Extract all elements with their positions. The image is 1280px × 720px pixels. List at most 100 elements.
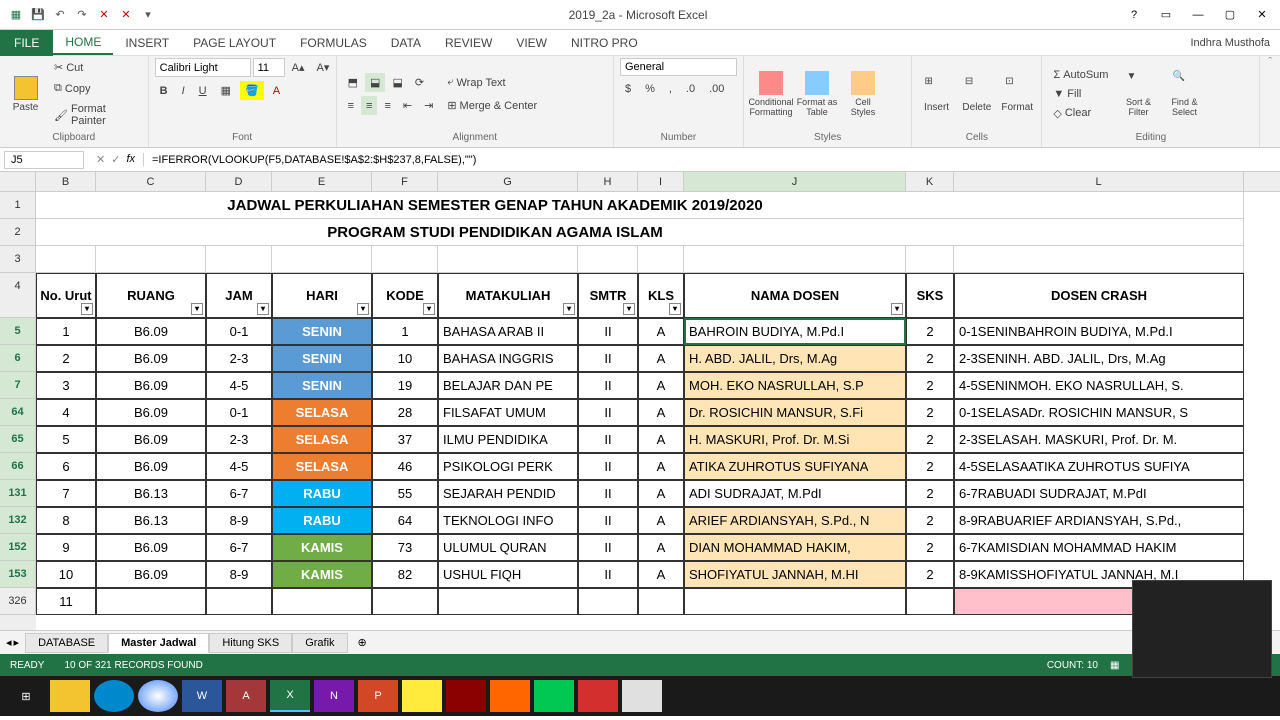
row-header[interactable]: 153 bbox=[0, 561, 36, 588]
align-right-icon[interactable]: ≡ bbox=[379, 96, 395, 115]
align-bottom-icon[interactable]: ⬓ bbox=[387, 73, 407, 92]
cell-hari[interactable] bbox=[272, 588, 372, 615]
cell-mk[interactable]: USHUL FIQH bbox=[438, 561, 578, 588]
th-mk[interactable]: MATAKULIAH▾ bbox=[438, 273, 578, 318]
border-button[interactable]: ▦ bbox=[216, 81, 236, 100]
sheet-tab[interactable]: DATABASE bbox=[25, 633, 108, 653]
cell-crash[interactable]: 6-7RABUADI SUDRAJAT, M.PdI bbox=[954, 480, 1244, 507]
filter-icon[interactable]: ▾ bbox=[191, 303, 203, 315]
decrease-indent-icon[interactable]: ⇤ bbox=[398, 96, 417, 115]
insert-button[interactable]: ⊞Insert bbox=[918, 60, 954, 128]
cell-jam[interactable]: 6-7 bbox=[206, 534, 272, 561]
cell-kls[interactable]: A bbox=[638, 426, 684, 453]
comma-icon[interactable]: , bbox=[664, 80, 677, 98]
filter-icon[interactable]: ▾ bbox=[891, 303, 903, 315]
cell-jam[interactable]: 8-9 bbox=[206, 507, 272, 534]
tab-view[interactable]: VIEW bbox=[504, 32, 559, 54]
conditional-formatting-button[interactable]: Conditional Formatting bbox=[750, 60, 792, 128]
cell-ruang[interactable]: B6.09 bbox=[96, 426, 206, 453]
sheet-tab[interactable]: Hitung SKS bbox=[209, 633, 292, 653]
chrome-icon[interactable] bbox=[138, 680, 178, 712]
row-header[interactable]: 66 bbox=[0, 453, 36, 480]
percent-icon[interactable]: % bbox=[640, 80, 660, 98]
cell-mk[interactable] bbox=[438, 588, 578, 615]
cell-ruang[interactable]: B6.09 bbox=[96, 561, 206, 588]
cell-crash[interactable]: 2-3SELASAH. MASKURI, Prof. Dr. M. bbox=[954, 426, 1244, 453]
undo-icon[interactable]: ↶ bbox=[52, 7, 68, 23]
cell-sks[interactable]: 2 bbox=[906, 399, 954, 426]
cell-smtr[interactable]: II bbox=[578, 426, 638, 453]
cell-ruang[interactable]: B6.09 bbox=[96, 345, 206, 372]
cell-kode[interactable]: 73 bbox=[372, 534, 438, 561]
cell-crash[interactable]: 8-9RABUARIEF ARDIANSYAH, S.Pd., bbox=[954, 507, 1244, 534]
filter-icon[interactable]: ▾ bbox=[357, 303, 369, 315]
cell-hari[interactable]: SELASA bbox=[272, 453, 372, 480]
view-normal-icon[interactable]: ▦ bbox=[1110, 660, 1119, 671]
col-header-l[interactable]: L bbox=[954, 172, 1244, 191]
cell-ruang[interactable]: B6.09 bbox=[96, 453, 206, 480]
cell-smtr[interactable]: II bbox=[578, 399, 638, 426]
qat-more[interactable]: ▾ bbox=[140, 7, 156, 23]
cell-no[interactable]: 9 bbox=[36, 534, 96, 561]
cell-dosen[interactable]: H. MASKURI, Prof. Dr. M.Si bbox=[684, 426, 906, 453]
user-name[interactable]: Indhra Musthofa bbox=[1191, 37, 1280, 49]
decrease-decimal-icon[interactable]: .00 bbox=[704, 80, 729, 98]
select-all-corner[interactable] bbox=[0, 172, 36, 191]
cell-kode[interactable] bbox=[372, 588, 438, 615]
formula-input[interactable] bbox=[144, 152, 1280, 168]
cell-dosen[interactable] bbox=[684, 588, 906, 615]
cell-dosen[interactable]: ADI SUDRAJAT, M.PdI bbox=[684, 480, 906, 507]
cell-kls[interactable]: A bbox=[638, 507, 684, 534]
sheet-nav-first-icon[interactable]: ◂ bbox=[6, 636, 12, 649]
start-button[interactable]: ⊞ bbox=[6, 680, 46, 712]
tab-formulas[interactable]: FORMULAS bbox=[288, 32, 379, 54]
font-color-button[interactable]: A bbox=[268, 81, 285, 100]
file-tab[interactable]: FILE bbox=[0, 30, 53, 56]
cell-mk[interactable]: FILSAFAT UMUM bbox=[438, 399, 578, 426]
ribbon-options-icon[interactable]: ▭ bbox=[1152, 5, 1180, 25]
cell-hari[interactable]: SENIN bbox=[272, 318, 372, 345]
cell-crash[interactable]: 6-7KAMISDIAN MOHAMMAD HAKIM bbox=[954, 534, 1244, 561]
cell-kls[interactable]: A bbox=[638, 318, 684, 345]
col-header-k[interactable]: K bbox=[906, 172, 954, 191]
cell-kls[interactable]: A bbox=[638, 480, 684, 507]
th-smtr[interactable]: SMTR▾ bbox=[578, 273, 638, 318]
cell-kode[interactable]: 37 bbox=[372, 426, 438, 453]
cell-dosen[interactable]: ATIKA ZUHROTUS SUFIYANA bbox=[684, 453, 906, 480]
th-no[interactable]: No. Urut▾ bbox=[36, 273, 96, 318]
filter-icon[interactable]: ▾ bbox=[563, 303, 575, 315]
col-header-j[interactable]: J bbox=[684, 172, 906, 191]
cell-kls[interactable] bbox=[638, 588, 684, 615]
cancel-formula-icon[interactable]: ✕ bbox=[96, 153, 105, 166]
cell-hari[interactable]: SELASA bbox=[272, 426, 372, 453]
cell-ruang[interactable] bbox=[96, 588, 206, 615]
cell-mk[interactable]: PSIKOLOGI PERK bbox=[438, 453, 578, 480]
minimize-icon[interactable]: — bbox=[1184, 5, 1212, 25]
cell-smtr[interactable]: II bbox=[578, 453, 638, 480]
cell-no[interactable]: 8 bbox=[36, 507, 96, 534]
row-header[interactable]: 1 bbox=[0, 192, 36, 219]
explorer-icon[interactable] bbox=[50, 680, 90, 712]
cell-jam[interactable]: 8-9 bbox=[206, 561, 272, 588]
increase-indent-icon[interactable]: ⇥ bbox=[419, 96, 438, 115]
cell-hari[interactable]: RABU bbox=[272, 507, 372, 534]
powerpoint-icon[interactable]: P bbox=[358, 680, 398, 712]
app-icon-4[interactable] bbox=[578, 680, 618, 712]
align-middle-icon[interactable]: ⬓ bbox=[365, 73, 385, 92]
cell-sks[interactable]: 2 bbox=[906, 453, 954, 480]
row-header[interactable]: 152 bbox=[0, 534, 36, 561]
name-box[interactable] bbox=[4, 151, 84, 169]
wrap-text-button[interactable]: ⤶ Wrap Text bbox=[442, 73, 542, 92]
cell-sks[interactable]: 2 bbox=[906, 507, 954, 534]
cell-no[interactable]: 4 bbox=[36, 399, 96, 426]
cell-jam[interactable]: 6-7 bbox=[206, 480, 272, 507]
increase-font-icon[interactable]: A▴ bbox=[287, 58, 310, 77]
maximize-icon[interactable]: ▢ bbox=[1216, 5, 1244, 25]
cell-hari[interactable]: SELASA bbox=[272, 399, 372, 426]
col-header-e[interactable]: E bbox=[272, 172, 372, 191]
fx-icon[interactable]: fx bbox=[126, 153, 135, 166]
cell-hari[interactable]: KAMIS bbox=[272, 561, 372, 588]
col-header-c[interactable]: C bbox=[96, 172, 206, 191]
th-hari[interactable]: HARI▾ bbox=[272, 273, 372, 318]
tab-home[interactable]: HOME bbox=[53, 31, 113, 55]
